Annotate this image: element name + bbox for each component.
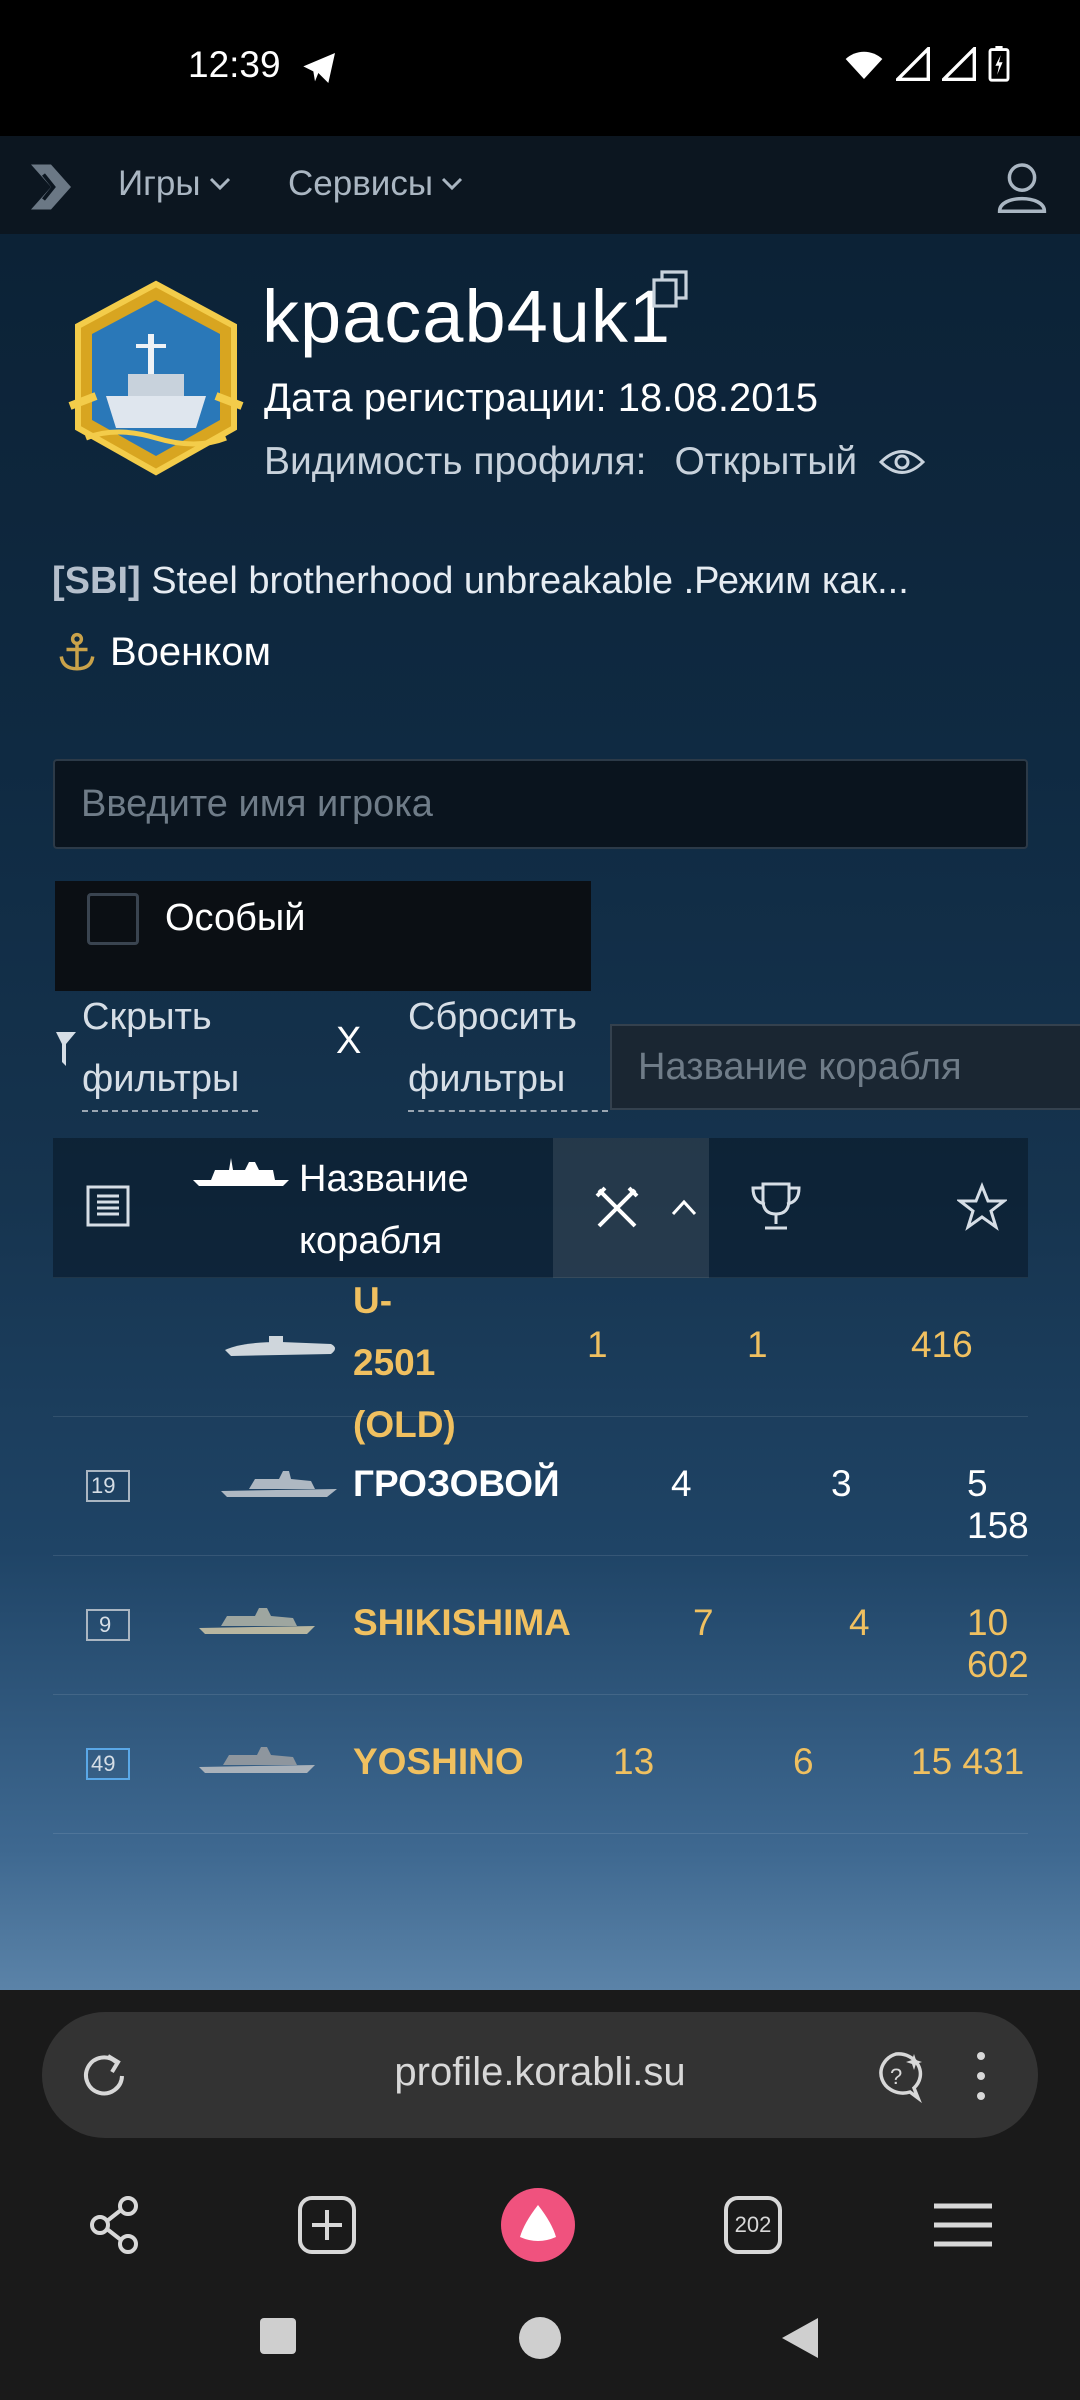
wifi-icon <box>845 51 883 79</box>
hide-filters-link[interactable]: Скрыть фильтры <box>82 986 258 1112</box>
chevron-down-icon <box>441 177 463 191</box>
telegram-icon <box>303 53 335 83</box>
exp-value: 5 158 <box>967 1463 1029 1546</box>
clan-info[interactable]: [SBI] Steel brotherhood unbreakable .Реж… <box>52 560 909 603</box>
clan-description: Steel brotherhood unbreakable .Режим как… <box>151 560 909 602</box>
ship-search[interactable] <box>610 1024 1080 1110</box>
ship-thumbnail <box>221 1471 337 1497</box>
copy-icon[interactable] <box>652 270 688 310</box>
site-navbar: Игры Сервисы <box>0 136 1080 234</box>
user-icon[interactable] <box>994 158 1050 214</box>
battery-icon <box>988 46 1010 82</box>
battles-count: 13 <box>613 1741 655 1782</box>
table-row[interactable]: U-2501 (OLD) 1 1 416 <box>53 1278 1028 1445</box>
ship-name: YOSHINO <box>353 1741 524 1782</box>
ships-table-header: Название корабля <box>53 1138 1028 1278</box>
ship-name: ГРОЗОВОЙ <box>353 1463 560 1504</box>
wins-count: 6 <box>793 1741 814 1782</box>
profile-page: kpacab4uk1 Дата регистрации: 18.08.2015 … <box>0 234 1080 2119</box>
status-icons <box>844 46 1010 82</box>
visibility-label: Видимость профиля: <box>264 440 647 483</box>
filter-flag-icon[interactable] <box>56 1032 76 1066</box>
reset-filters-link[interactable]: Сбросить фильтры <box>408 986 608 1112</box>
ship-name: SHIKISHIMA <box>353 1602 571 1643</box>
ship-thumbnail <box>225 1336 335 1356</box>
ship-thumbnail <box>199 1608 315 1634</box>
player-search-input[interactable] <box>55 761 1026 847</box>
battles-count: 4 <box>671 1463 692 1504</box>
wins-count: 4 <box>849 1602 870 1643</box>
nav-services[interactable]: Сервисы <box>288 164 463 204</box>
trophy-icon[interactable] <box>749 1180 803 1234</box>
signal-icon <box>896 47 930 81</box>
wins-count: 3 <box>831 1463 852 1504</box>
clan-emblem <box>68 280 244 476</box>
share-icon[interactable] <box>80 2190 150 2260</box>
star-icon[interactable] <box>957 1182 1007 1232</box>
clan-tag: [SBI] <box>52 560 141 602</box>
username: kpacab4uk1 <box>262 275 672 358</box>
back-button[interactable] <box>780 2316 820 2360</box>
home-button[interactable] <box>518 2316 562 2360</box>
tabs-count: 202 <box>734 2212 772 2237</box>
ship-class-icon <box>193 1158 289 1186</box>
browser-bar: profile.korabli.su ? 202 <box>0 1990 1080 2280</box>
nav-games-label: Игры <box>118 164 201 203</box>
table-row[interactable]: 19 ГРОЗОВОЙ 4 3 5 158 <box>53 1417 1029 1556</box>
nav-games[interactable]: Игры <box>118 164 231 204</box>
exp-value: 10 602 <box>967 1602 1029 1685</box>
visibility-value: Открытый <box>674 440 858 483</box>
anchor-icon <box>59 632 95 671</box>
exp-value: 15 431 <box>911 1741 1025 1782</box>
crossed-swords-icon <box>595 1186 639 1228</box>
exp-value: 416 <box>911 1324 973 1365</box>
tier-column-icon[interactable] <box>85 1184 131 1228</box>
svg-text:?: ? <box>890 2064 902 2089</box>
ship-name-column[interactable]: Название корабля <box>299 1148 479 1272</box>
nav-services-label: Сервисы <box>288 164 434 203</box>
registration-date: Дата регистрации: 18.08.2015 <box>264 376 818 420</box>
battles-count: 7 <box>693 1602 714 1643</box>
address-bar[interactable]: profile.korabli.su ? <box>42 2012 1038 2138</box>
battles-column-sorted[interactable] <box>553 1138 709 1278</box>
clear-filters-x[interactable]: X <box>336 1020 361 1063</box>
profile-visibility: Видимость профиля: Открытый <box>264 440 926 484</box>
site-logo[interactable] <box>26 162 76 212</box>
chevron-down-icon <box>209 177 230 191</box>
recents-button[interactable] <box>258 2316 298 2356</box>
sort-ascending-icon <box>671 1199 697 1216</box>
tier-number: 19 <box>91 1473 116 1498</box>
alice-assistant-icon[interactable] <box>500 2187 576 2263</box>
clock: 12:39 <box>188 44 281 85</box>
status-bar: 12:39 <box>0 0 1080 136</box>
more-vert-icon[interactable] <box>974 2050 988 2102</box>
browser-toolbar: 202 <box>0 2187 1080 2280</box>
tier-number: 9 <box>99 1612 112 1637</box>
assistant-icon[interactable]: ? <box>866 2046 926 2106</box>
special-checkbox[interactable] <box>87 893 139 945</box>
player-search[interactable] <box>53 759 1028 849</box>
table-row[interactable]: 9 SHIKISHIMA 7 4 10 602 <box>53 1556 1029 1695</box>
new-tab-icon[interactable] <box>292 2190 362 2260</box>
wins-count: 1 <box>747 1324 768 1365</box>
signal-icon <box>942 47 976 81</box>
clan-rank: Военком <box>56 630 271 675</box>
tabs-button[interactable]: 202 <box>718 2190 788 2260</box>
special-label: Особый <box>165 897 306 939</box>
ship-thumbnail <box>199 1747 315 1773</box>
table-row[interactable]: 49 YOSHINO 13 6 15 431 <box>53 1695 1028 1834</box>
menu-icon[interactable] <box>928 2190 998 2260</box>
system-navigation <box>0 2280 1080 2400</box>
tier-number: 49 <box>91 1751 116 1776</box>
filter-dropdown: Особый <box>55 881 591 991</box>
ship-search-input[interactable] <box>612 1026 1080 1108</box>
rank-label: Военком <box>110 630 271 674</box>
eye-icon[interactable] <box>879 447 926 477</box>
battles-count: 1 <box>587 1324 608 1365</box>
